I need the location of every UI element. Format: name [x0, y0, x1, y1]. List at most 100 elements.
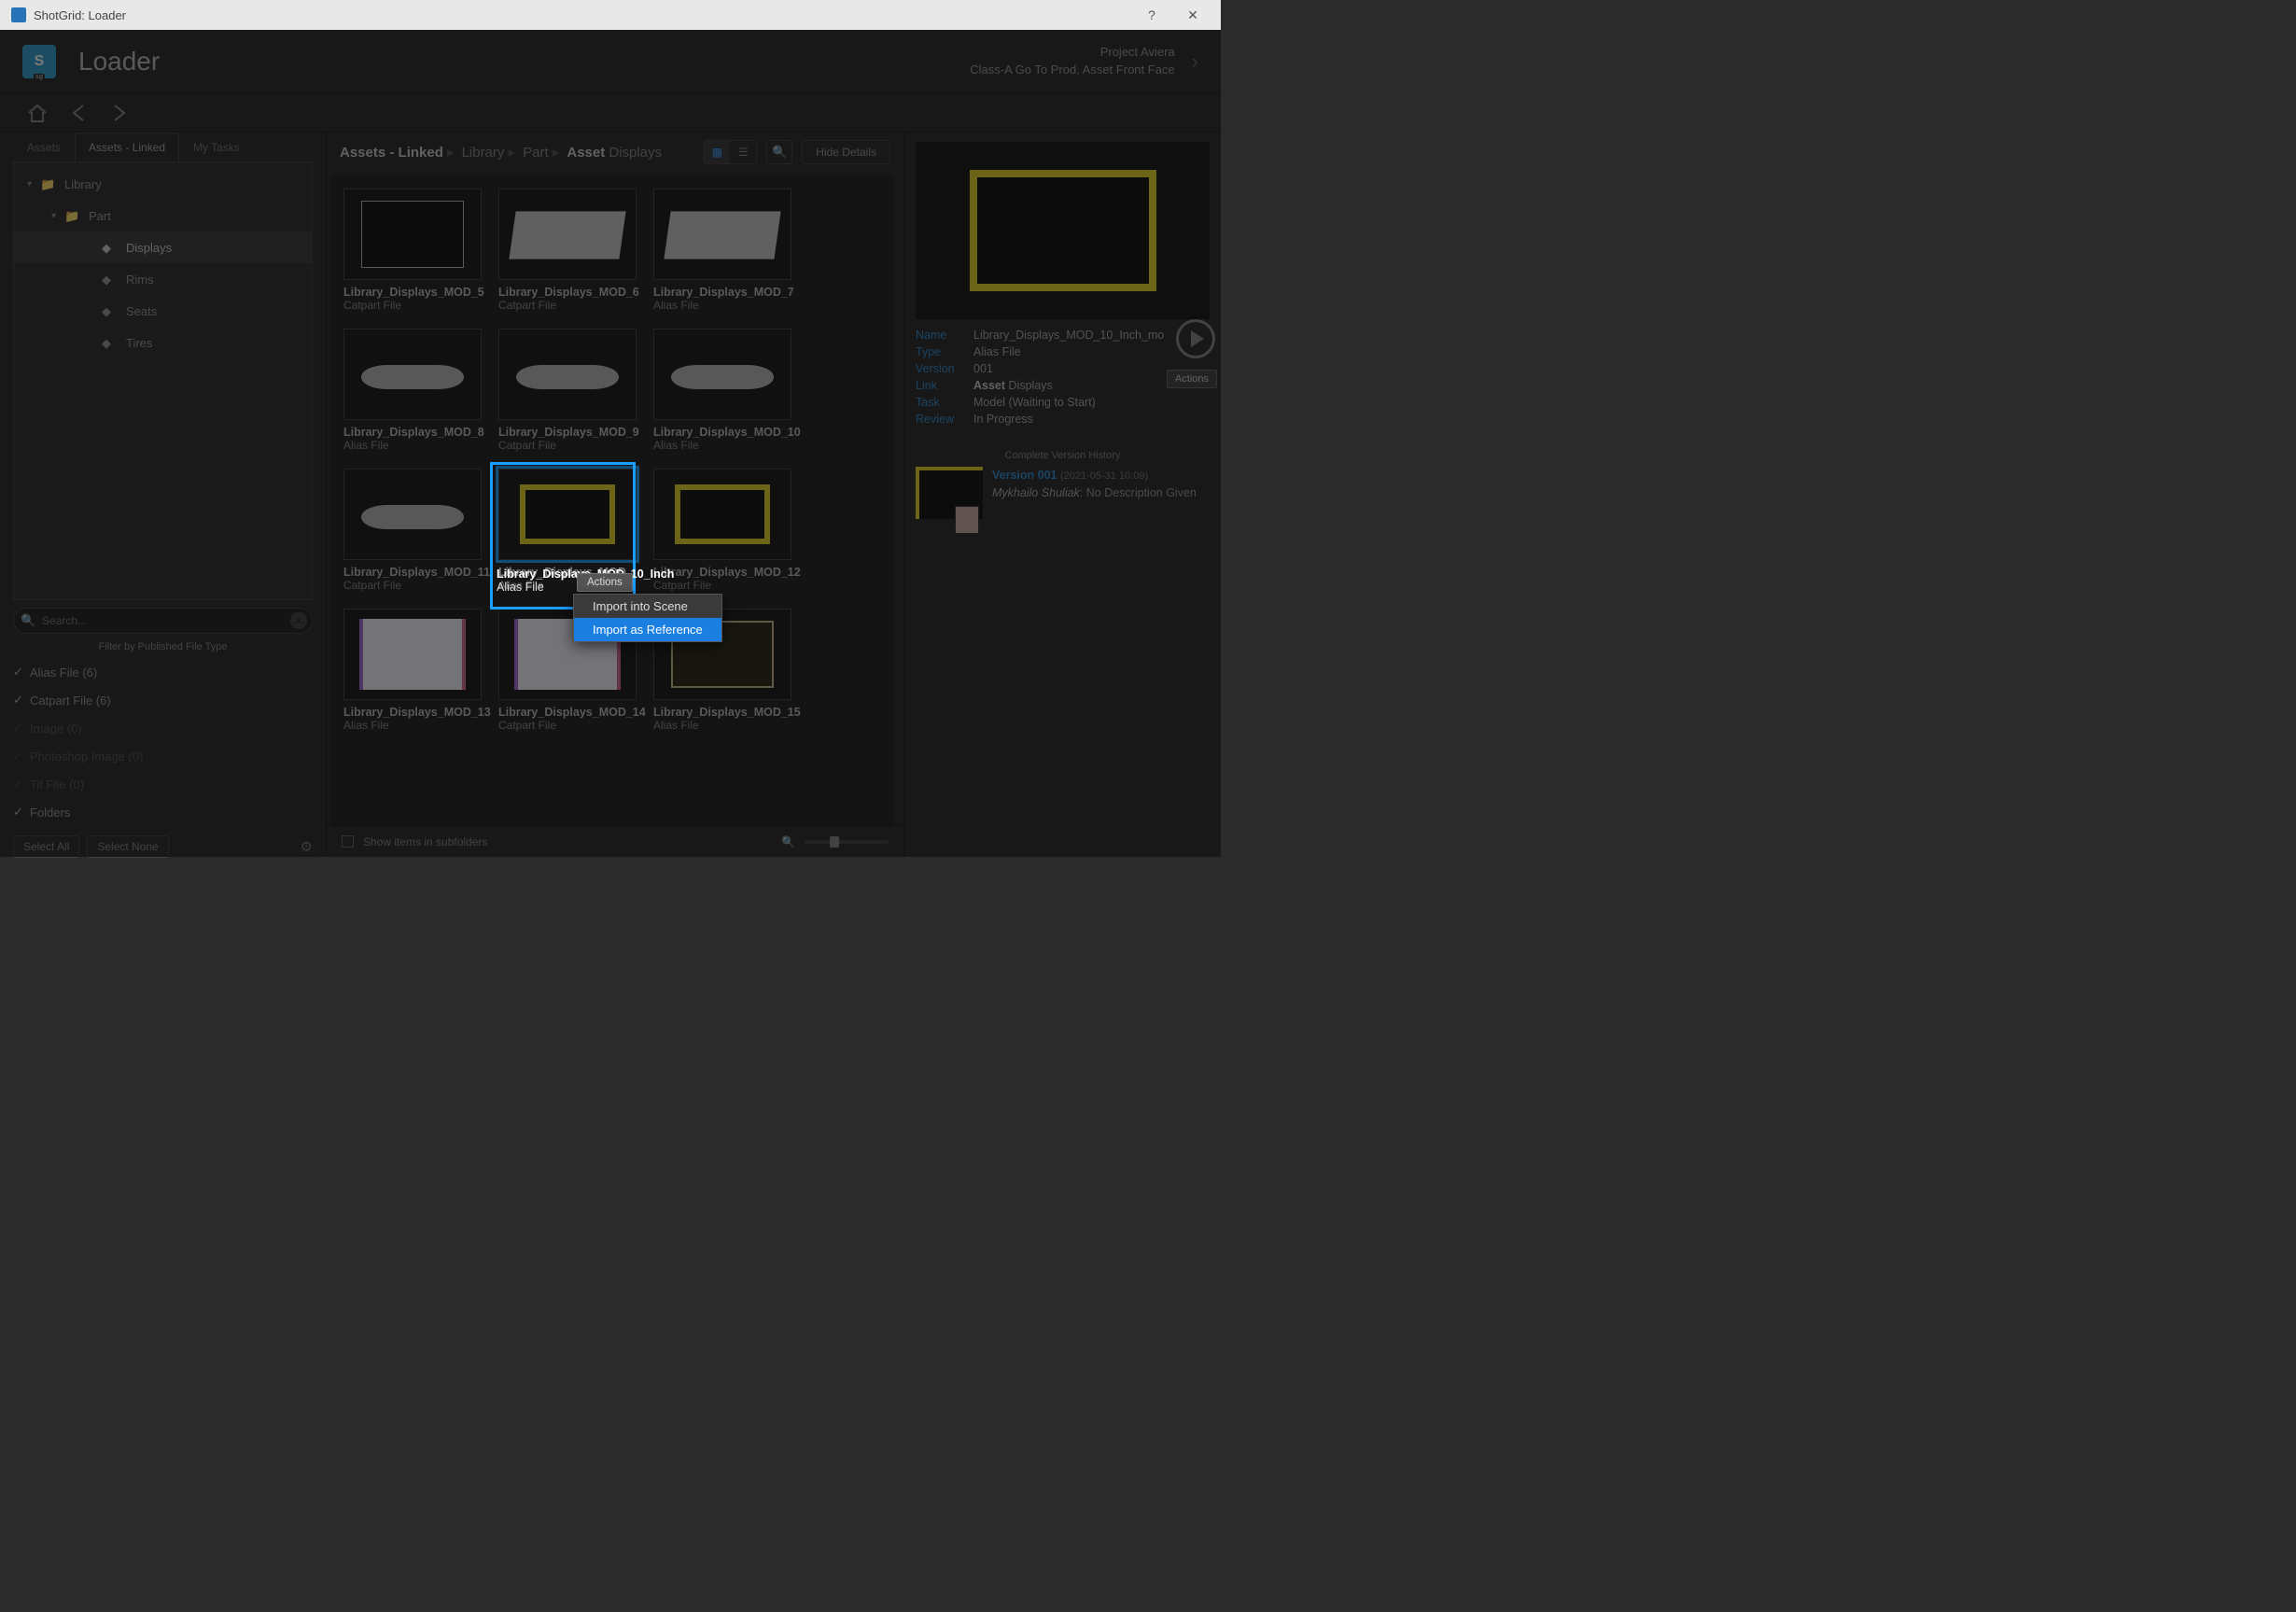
asset-card[interactable]: Library_Displays_MOD_13Alias File	[343, 609, 491, 732]
tree-row-part[interactable]: ▾ 📁 Part	[14, 200, 312, 231]
asset-card[interactable]: Library_Displays_MOD_11Catpart File	[343, 469, 491, 592]
asset-title: Library_Displays_MOD_7	[653, 286, 801, 299]
preview-thumbnail	[970, 170, 1156, 291]
window-title-bar: ShotGrid: Loader ? ✕	[0, 0, 1221, 30]
menu-item-import-reference[interactable]: Import as Reference	[574, 618, 721, 641]
asset-title: Library_Displays_MOD_10	[653, 426, 801, 439]
tree-row-tires[interactable]: ◆ Tires	[14, 327, 312, 358]
version-history-item[interactable]: Version 001 (2021-05-31 10:09) Mykhailo …	[916, 467, 1210, 519]
tree-row-seats[interactable]: ◆ Seats	[14, 295, 312, 327]
node-icon: ◆	[102, 241, 119, 254]
menu-item-import-scene[interactable]: Import into Scene	[574, 595, 721, 618]
context-breadcrumb[interactable]: Project Aviera Class-A Go To Prod, Asset…	[970, 44, 1174, 77]
detail-preview[interactable]	[916, 142, 1210, 319]
app-header: S Loader Project Aviera Class-A Go To Pr…	[0, 30, 1221, 93]
subfolders-label: Show items in subfolders	[363, 835, 487, 848]
filter-footer: Select All Select None ⚙	[0, 826, 326, 871]
center-panel: Assets - Linked▸ Library▸ Part▸ Asset Di…	[327, 133, 903, 857]
help-button[interactable]: ?	[1131, 0, 1172, 30]
filter-heading: Filter by Published File Type	[0, 638, 326, 658]
tree-row-displays[interactable]: ◆ Displays	[14, 231, 312, 263]
nav-row	[0, 93, 1221, 133]
asset-grid[interactable]: Library_Displays_MOD_5Catpart FileLibrar…	[330, 175, 894, 825]
tree-search: 🔍 ✕	[13, 608, 313, 634]
zoom-icon: 🔍	[781, 835, 795, 848]
home-icon[interactable]	[22, 98, 52, 128]
context-path: Class-A Go To Prod, Asset Front Face	[970, 62, 1174, 78]
asset-thumbnail	[343, 609, 482, 700]
filter-row[interactable]: ✓Folders	[13, 798, 313, 826]
asset-title: Library_Displays_MOD_5	[343, 286, 491, 299]
asset-thumbnail	[343, 329, 482, 420]
tab-assets-linked[interactable]: Assets - Linked	[75, 133, 179, 161]
asset-title: Library_Displays_MOD_9	[498, 426, 646, 439]
asset-thumbnail	[653, 469, 791, 560]
node-icon: ◆	[102, 304, 119, 317]
asset-subtitle: Alias File	[653, 439, 801, 452]
folder-icon: 📁	[64, 209, 81, 222]
list-view-icon[interactable]: ☰	[730, 141, 756, 163]
filter-row[interactable]: ✓Alias File (6)	[13, 658, 313, 686]
check-icon: ✓	[13, 721, 30, 736]
asset-card[interactable]: Library_Displays_MOD_6Catpart File	[498, 189, 646, 312]
disclosure-icon[interactable]: ▾	[51, 211, 64, 221]
center-footer: Show items in subfolders 🔍	[327, 825, 903, 857]
project-name: Project Aviera	[970, 44, 1174, 61]
field-key: Type	[916, 345, 973, 358]
asset-thumbnail	[343, 189, 482, 280]
actions-menu[interactable]: Import into Scene Import as Reference	[573, 594, 722, 642]
node-icon: ◆	[102, 336, 119, 349]
asset-card[interactable]: Library_Displays_MOD_8Alias File	[343, 329, 491, 452]
filter-row[interactable]: ✓Photoshop Image (0)	[13, 742, 313, 770]
hide-details-button[interactable]: Hide Details	[802, 140, 890, 164]
asset-subtitle: Alias File	[653, 299, 801, 312]
asset-card[interactable]: Library_Displays_MOD_5Catpart File	[343, 189, 491, 312]
asset-card[interactable]: Library_Displays_MOD_7Alias File	[653, 189, 801, 312]
filter-row[interactable]: ✓Catpart File (6)	[13, 686, 313, 714]
field-key: Review	[916, 413, 973, 426]
grid-view-icon[interactable]: ▦	[704, 141, 730, 163]
view-toggle[interactable]: ▦ ☰	[703, 140, 757, 164]
asset-title: Library_Displays_MOD_14	[498, 706, 646, 719]
disclosure-icon[interactable]: ▾	[27, 179, 40, 189]
asset-card[interactable]: Library_Displays_MOD_10Alias File	[653, 329, 801, 452]
play-icon[interactable]	[1176, 319, 1215, 358]
check-icon: ✓	[13, 777, 30, 792]
subfolders-checkbox[interactable]	[342, 835, 354, 848]
filter-row[interactable]: ✓Image (0)	[13, 714, 313, 742]
card-actions-button[interactable]: Actions	[577, 573, 633, 592]
thumbnail-size-slider[interactable]	[805, 840, 889, 844]
tree-row-library[interactable]: ▾ 📁 Library	[14, 168, 312, 200]
asset-subtitle: Catpart File	[498, 439, 646, 452]
gear-icon[interactable]: ⚙	[301, 838, 313, 855]
field-key: Link	[916, 379, 973, 392]
entity-tree[interactable]: ▾ 📁 Library ▾ 📁 Part ◆ Displays ◆ Rims ◆…	[13, 161, 313, 600]
chevron-right-icon[interactable]: ›	[1192, 49, 1198, 74]
asset-title: Library_Displays_MOD_13	[343, 706, 491, 719]
asset-subtitle: Alias File	[653, 719, 801, 732]
asset-title: Library_Displays_MOD_11	[343, 566, 491, 579]
select-none-button[interactable]: Select None	[87, 835, 168, 858]
asset-title: Library_Displays_MOD_15	[653, 706, 801, 719]
search-button[interactable]: 🔍	[766, 140, 792, 164]
back-icon[interactable]	[63, 98, 93, 128]
clear-search-icon[interactable]: ✕	[290, 612, 307, 629]
detail-fields: Name Library_Displays_MOD_10_Inch_mo Typ…	[916, 329, 1210, 426]
detail-actions-button[interactable]: Actions	[1167, 370, 1217, 388]
tab-my-tasks[interactable]: My Tasks	[179, 133, 254, 161]
asset-card[interactable]: Library_Displays_MOD_9Catpart File	[498, 329, 646, 452]
asset-thumbnail	[653, 189, 791, 280]
close-button[interactable]: ✕	[1172, 0, 1213, 30]
select-all-button[interactable]: Select All	[13, 835, 79, 858]
search-input[interactable]	[13, 608, 313, 634]
filter-row[interactable]: ✓Tif File (0)	[13, 770, 313, 798]
asset-card[interactable]: Library_Displays_MOD_12Catpart File	[653, 469, 801, 592]
asset-subtitle: Catpart File	[343, 299, 491, 312]
forward-icon[interactable]	[105, 98, 134, 128]
tab-assets[interactable]: Assets	[13, 133, 75, 161]
check-icon: ✓	[13, 805, 30, 820]
check-icon: ✓	[13, 693, 30, 708]
window-title: ShotGrid: Loader	[34, 8, 126, 22]
tree-row-rims[interactable]: ◆ Rims	[14, 263, 312, 295]
breadcrumb[interactable]: Assets - Linked▸ Library▸ Part▸ Asset Di…	[340, 144, 662, 161]
